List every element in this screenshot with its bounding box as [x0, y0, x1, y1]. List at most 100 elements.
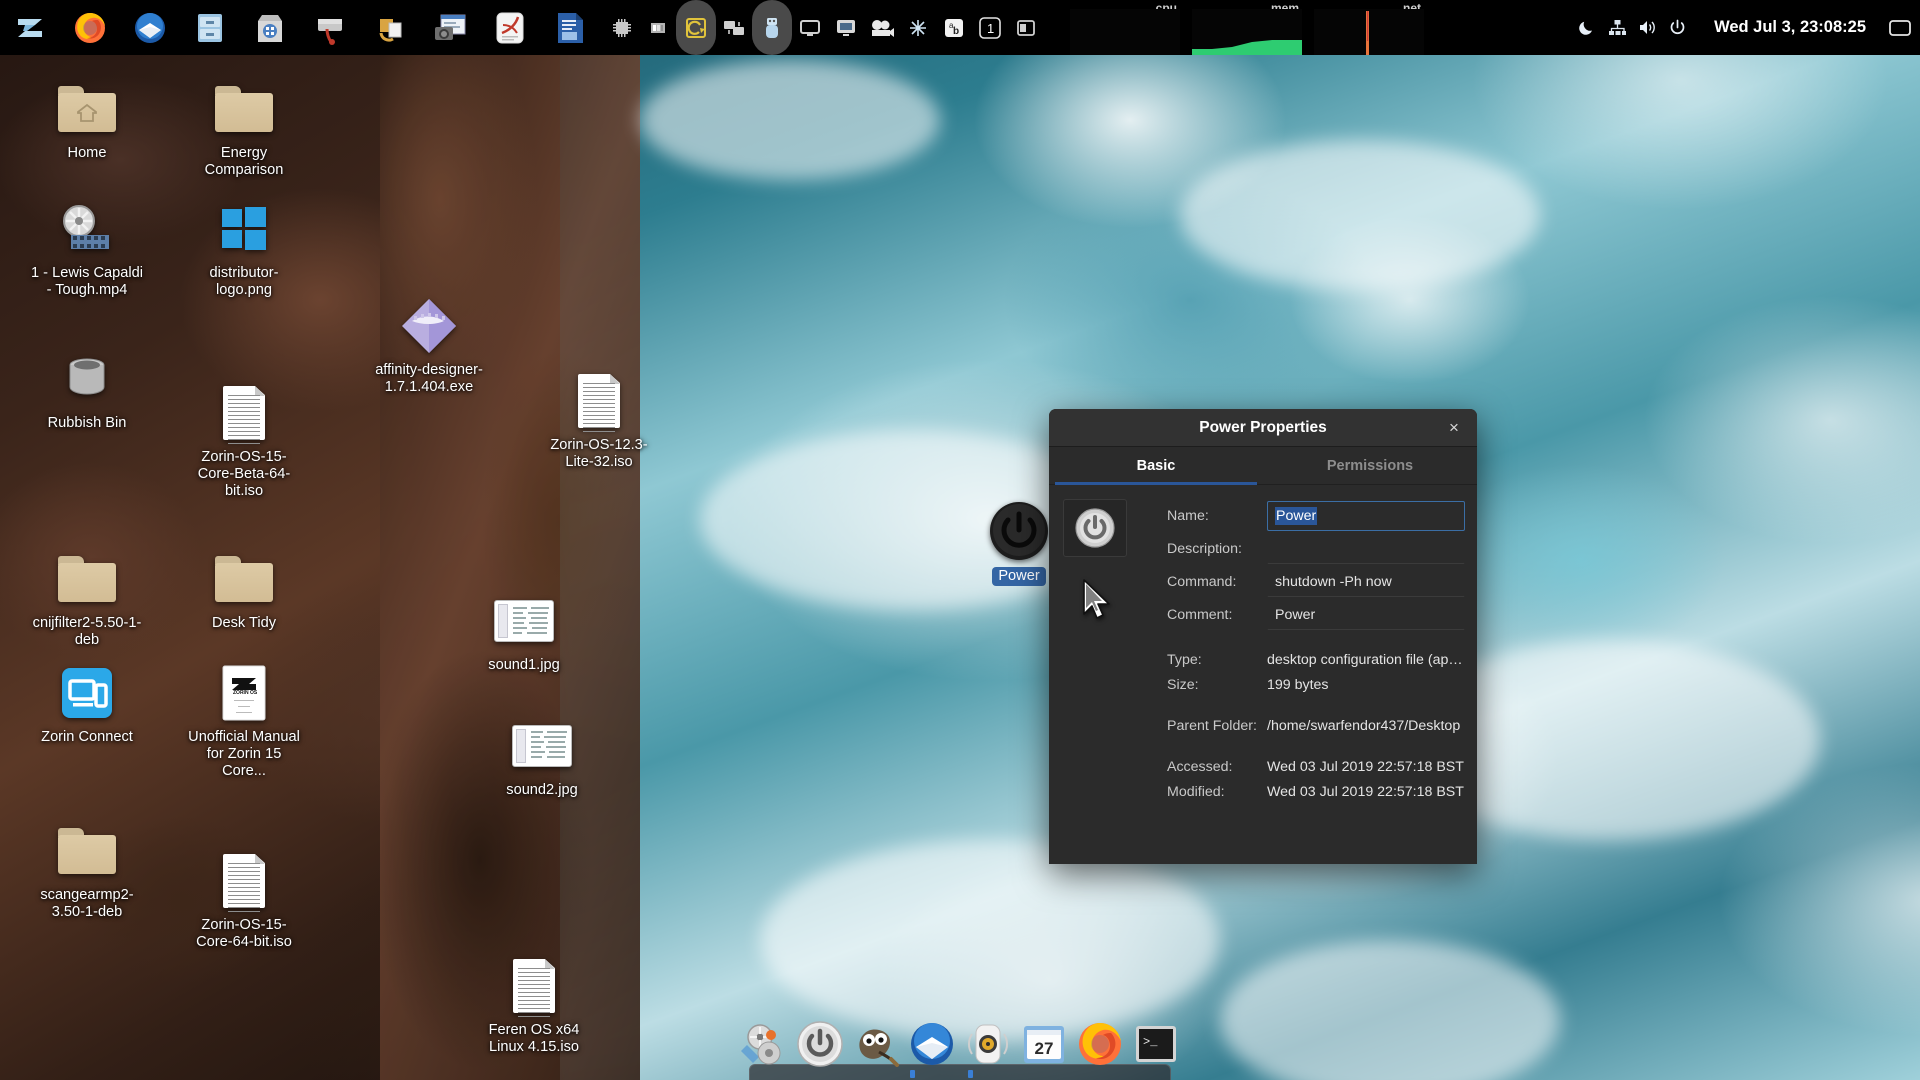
desktop-icon-feren-os[interactable]: Feren OS x64 Linux 4.15.iso: [475, 955, 593, 1056]
close-icon[interactable]: ×: [1441, 415, 1467, 441]
command-input-value: shutdown -Ph now: [1275, 574, 1392, 590]
show-desktop-icon[interactable]: [1880, 0, 1920, 55]
desktop-icon-unofficial-manual[interactable]: ZORIN OS Unofficial Manual for Zorin 15 …: [185, 662, 303, 780]
svg-text:27: 27: [1035, 1039, 1054, 1058]
audio-player-icon[interactable]: [965, 1021, 1011, 1067]
monitor-tray-icon[interactable]: [828, 8, 864, 48]
desktop-icon-desk-tidy[interactable]: Desk Tidy: [185, 548, 303, 632]
svg-text:ZORIN OS: ZORIN OS: [233, 690, 258, 696]
desktop-icon-zorin-12-lite[interactable]: Zorin-OS-12.3-Lite-32.iso: [540, 370, 658, 471]
comment-input[interactable]: Power: [1267, 600, 1465, 630]
tab-permissions[interactable]: Permissions: [1263, 447, 1477, 484]
desktop-icon-zorin-connect[interactable]: Zorin Connect: [28, 662, 146, 746]
cpu-monitor[interactable]: cpu: [1070, 0, 1180, 55]
power-icon[interactable]: [797, 1021, 843, 1067]
trash-icon: [56, 348, 118, 410]
night-mode-icon[interactable]: [1572, 0, 1602, 55]
desktop-icon-cnijfilter2[interactable]: cnijfilter2-5.50-1-deb: [28, 548, 146, 649]
desktop-icon-sound2[interactable]: sound2.jpg: [483, 715, 601, 799]
desktop-icon-lewis-capaldi-tough[interactable]: 1 - Lewis Capaldi - Tough.mp4: [28, 198, 146, 299]
zorin-connect-icon: [56, 662, 118, 724]
panel-monitors: cpu mem net: [1070, 0, 1436, 55]
thunderbird-icon[interactable]: [120, 0, 180, 55]
field-row-name: Name: Power: [1167, 499, 1465, 532]
terminal-icon[interactable]: >_: [1133, 1021, 1179, 1067]
network-tray-icon[interactable]: [716, 8, 752, 48]
image-thumbnail-icon: [511, 715, 573, 777]
info-row-accessed: Accessed: Wed 03 Jul 2019 22:57:18 BST: [1167, 754, 1465, 779]
info-label-size: Size:: [1167, 677, 1267, 693]
window-list-tray-icon[interactable]: [1008, 8, 1044, 48]
comment-input-value: Power: [1275, 607, 1315, 623]
archive-manager-icon[interactable]: [360, 0, 420, 55]
dialog-fields: Name: Power Description: Command: shutdo…: [1167, 499, 1465, 804]
info-row-modified: Modified: Wed 03 Jul 2019 22:57:18 BST: [1167, 779, 1465, 804]
keyboard-layout-tray-icon[interactable]: a b: [936, 8, 972, 48]
panel-tray: a b 1: [604, 0, 1044, 55]
workspace-tray-icon[interactable]: 1: [972, 8, 1008, 48]
power-button-icon: [988, 500, 1050, 562]
image-thumbnail-icon: [493, 590, 555, 652]
foam-patch: [640, 60, 940, 180]
package-manager-icon[interactable]: [300, 0, 360, 55]
info-row-type: Type: desktop configuration file (appli.…: [1167, 647, 1465, 672]
video-player-icon[interactable]: [741, 1021, 787, 1067]
display-tray-icon[interactable]: [792, 8, 828, 48]
thunderbird-icon[interactable]: [909, 1021, 955, 1067]
iso-file-icon: [213, 382, 275, 444]
desktop-icon-zorin-15-core-64bit[interactable]: Zorin-OS-15-Core-64-bit.iso: [185, 850, 303, 951]
desktop-icon-zorin-15-core-beta[interactable]: Zorin-OS-15-Core-Beta-64-bit.iso: [185, 382, 303, 500]
name-input[interactable]: Power: [1267, 501, 1465, 531]
command-input[interactable]: shutdown -Ph now: [1267, 567, 1465, 597]
volume-icon[interactable]: [1632, 0, 1662, 55]
gimp-icon[interactable]: [853, 1021, 899, 1067]
dock[interactable]: 27 >_: [700, 1008, 1220, 1080]
desktop-icon-energy-comparison[interactable]: Energy Comparison: [185, 78, 303, 179]
desktop-icon-home[interactable]: Home: [28, 78, 146, 162]
firefox-icon[interactable]: [60, 0, 120, 55]
top-panel[interactable]: a b 1 cpu mem net: [0, 0, 1920, 55]
description-input[interactable]: [1267, 534, 1465, 564]
screenshot-icon[interactable]: [420, 0, 480, 55]
desktop-icon-scangearmp2[interactable]: scangearmp2-3.50-1-deb: [28, 820, 146, 921]
refresh-tray-icon[interactable]: [676, 0, 716, 55]
calendar-icon[interactable]: 27: [1021, 1021, 1067, 1067]
info-value-accessed: Wed 03 Jul 2019 22:57:18 BST: [1267, 759, 1464, 775]
field-row-command: Command: shutdown -Ph now: [1167, 565, 1465, 598]
desktop-icon-label: Zorin-OS-15-Core-64-bit.iso: [185, 917, 303, 951]
iso-file-icon: [213, 850, 275, 912]
video-file-icon: [56, 198, 118, 260]
dialog-title: Power Properties: [1199, 419, 1327, 437]
tab-basic[interactable]: Basic: [1049, 447, 1263, 484]
firefox-icon[interactable]: [1077, 1021, 1123, 1067]
memory-monitor[interactable]: mem: [1192, 0, 1302, 55]
desktop-icon-distributor-logo[interactable]: distributor-logo.png: [185, 198, 303, 299]
software-store-icon[interactable]: [240, 0, 300, 55]
network-manager-icon[interactable]: [1602, 0, 1632, 55]
usb-tray-icon[interactable]: [752, 0, 792, 55]
field-row-comment: Comment: Power: [1167, 598, 1465, 631]
zorin-menu-icon[interactable]: [0, 0, 60, 55]
power-properties-dialog[interactable]: Power Properties × Basic Permissions Nam…: [1049, 409, 1477, 864]
network-monitor[interactable]: net: [1314, 0, 1424, 55]
dialog-tabs[interactable]: Basic Permissions: [1049, 447, 1477, 485]
field-label-name: Name:: [1167, 508, 1267, 524]
folder-icon: [56, 548, 118, 610]
snowflake-tray-icon[interactable]: [900, 8, 936, 48]
zorin-doc-icon: ZORIN OS: [213, 662, 275, 724]
office-writer-icon[interactable]: [540, 0, 600, 55]
file-manager-icon[interactable]: [180, 0, 240, 55]
cpu-tray-icon[interactable]: [604, 8, 640, 48]
camera-tray-icon[interactable]: [864, 8, 900, 48]
pdf-reader-icon[interactable]: [480, 0, 540, 55]
desktop-icon-sound1[interactable]: sound1.jpg: [465, 590, 583, 674]
power-menu-icon[interactable]: [1662, 0, 1692, 55]
memory-tray-icon[interactable]: [640, 8, 676, 48]
file-icon-button[interactable]: [1063, 499, 1127, 557]
foam-patch: [1180, 140, 1540, 290]
windows-logo-icon: [213, 198, 275, 260]
clock[interactable]: Wed Jul 3, 23:08:25: [1692, 18, 1880, 37]
desktop-icon-affinity-designer[interactable]: affinity-designer-1.7.1.404.exe: [370, 295, 488, 396]
dialog-titlebar[interactable]: Power Properties ×: [1049, 409, 1477, 447]
desktop-icon-rubbish-bin[interactable]: Rubbish Bin: [28, 348, 146, 432]
